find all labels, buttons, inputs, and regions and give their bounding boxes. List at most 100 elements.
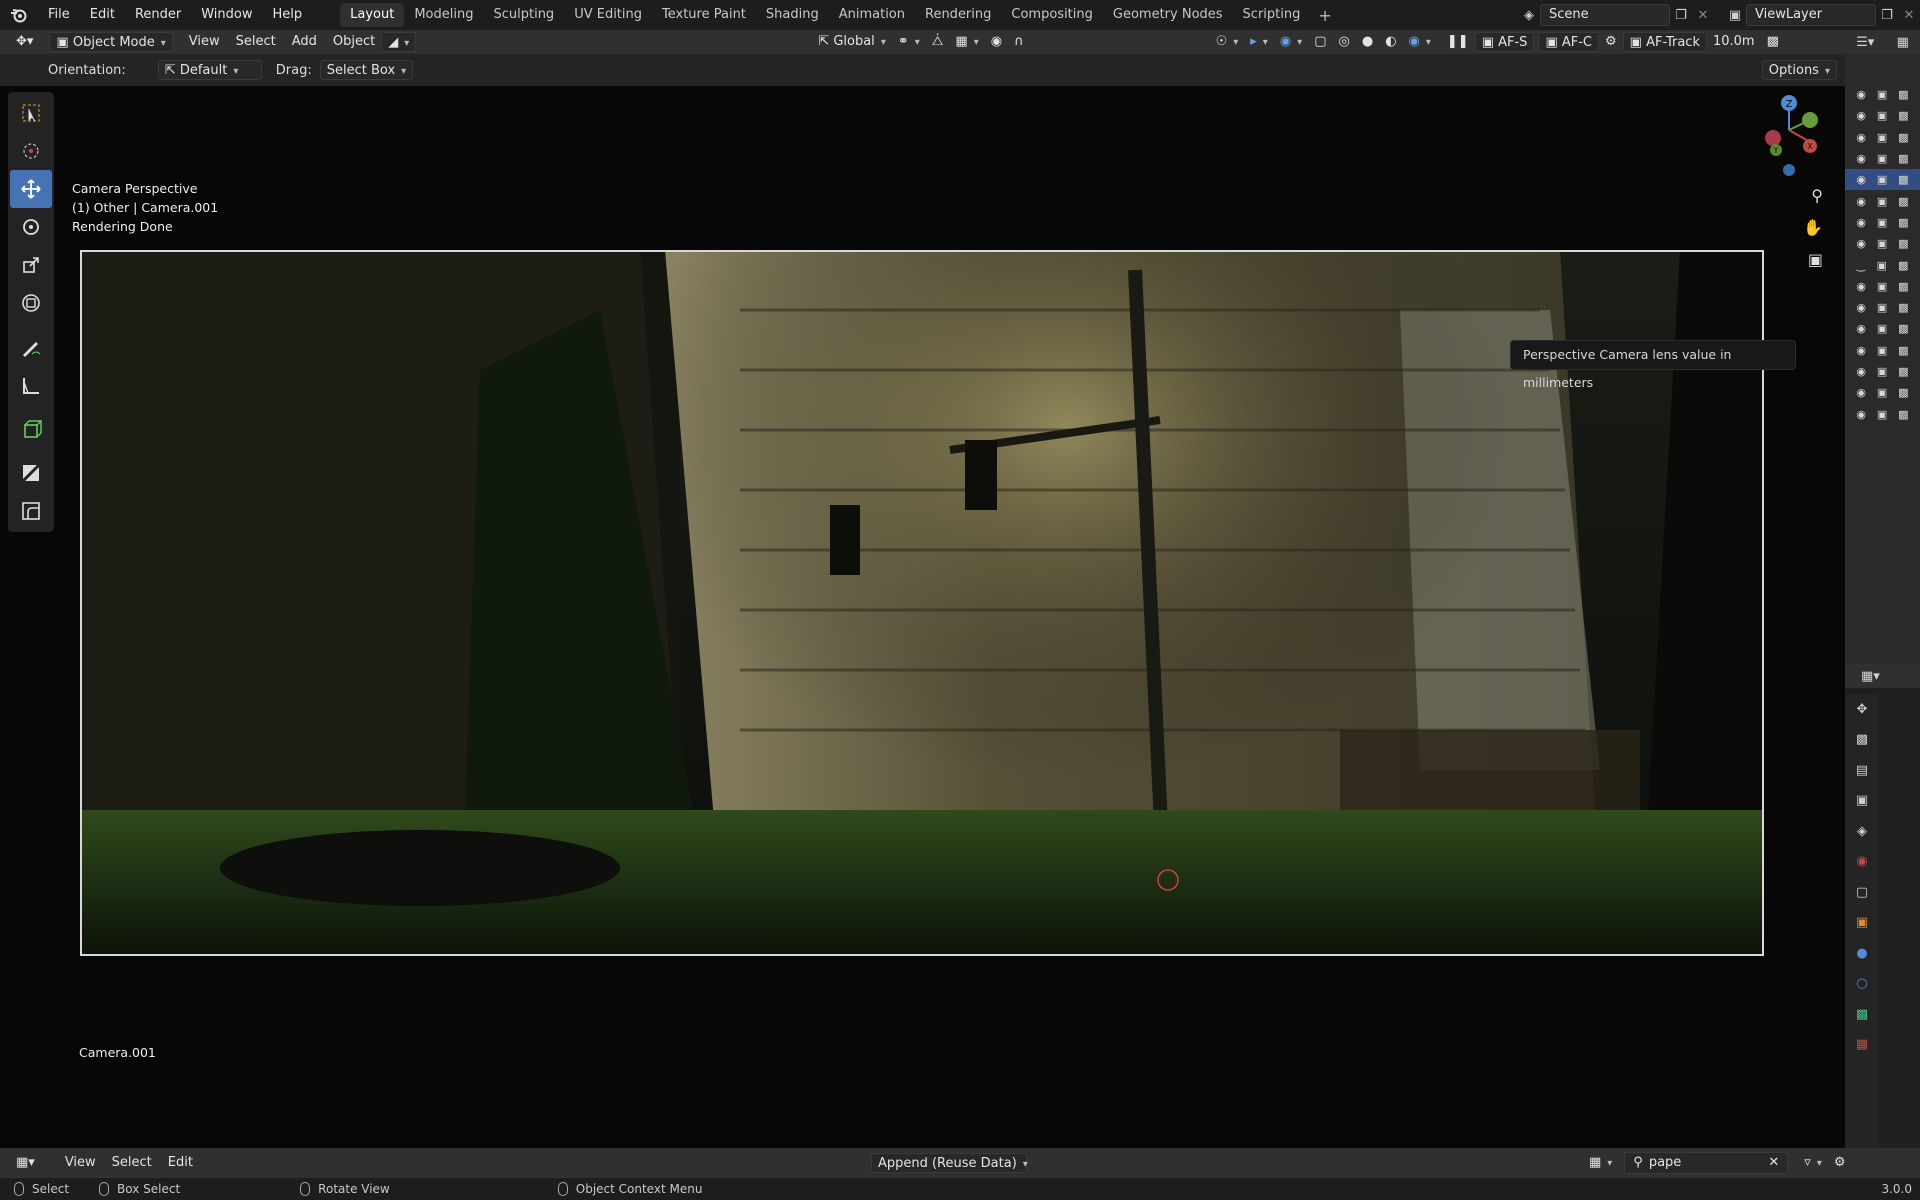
menu-add[interactable]: Add <box>286 32 323 52</box>
render-camera-icon[interactable]: ▩ <box>1898 408 1908 421</box>
tab-modeling[interactable]: Modeling <box>404 3 483 27</box>
outliner-row[interactable]: ◉ ▣ ▩ <box>1845 403 1920 424</box>
eye-closed-icon[interactable]: ‿ <box>1857 259 1866 272</box>
eye-icon[interactable]: ◉ <box>1856 88 1866 101</box>
monitor-icon[interactable]: ▣ <box>1877 365 1887 378</box>
scene-field[interactable]: Scene <box>1540 4 1670 26</box>
pan-hand-icon[interactable]: ✋ <box>1803 218 1823 237</box>
view-layer-tab-icon[interactable]: ▣ <box>1845 786 1879 817</box>
timeline-editor-icon[interactable]: ▦▾ <box>10 1153 41 1173</box>
display-mode-icon[interactable]: ▦ <box>1583 1153 1618 1173</box>
outliner-row[interactable]: ◉ ▣ ▩ <box>1845 212 1920 233</box>
eye-icon[interactable]: ◉ <box>1856 131 1866 144</box>
shading-rendered-icon[interactable]: ◉ <box>1403 32 1437 52</box>
snap-target-icon[interactable]: ▦ <box>949 32 984 52</box>
tab-geometry-nodes[interactable]: Geometry Nodes <box>1103 3 1233 27</box>
outliner-row[interactable]: ◉ ▣ ▩ <box>1845 361 1920 382</box>
drag-dropdown[interactable]: Select Box <box>319 60 414 80</box>
measure-tool-icon[interactable] <box>10 366 52 404</box>
scene-close-icon[interactable]: ✕ <box>1692 4 1714 26</box>
tab-sculpting[interactable]: Sculpting <box>483 3 564 27</box>
shading-wireframe-icon[interactable]: ◎ <box>1333 32 1356 52</box>
render-camera-icon[interactable]: ▩ <box>1898 152 1908 165</box>
editor-type-icon[interactable]: ✥▾ <box>10 32 39 52</box>
outliner-row[interactable]: ◉ ▣ ▩ <box>1845 297 1920 318</box>
view-layer-close-icon[interactable]: ✕ <box>1898 4 1920 26</box>
tab-layout[interactable]: Layout <box>340 3 405 27</box>
af-track-button[interactable]: ▣ AF-Track <box>1622 32 1707 52</box>
annotate-tool-icon[interactable] <box>10 328 52 366</box>
tab-animation[interactable]: Animation <box>829 3 915 27</box>
eye-icon[interactable]: ◉ <box>1856 408 1866 421</box>
mode-dropdown[interactable]: ▣ Object Mode <box>49 32 173 52</box>
add-cube-tool-icon[interactable] <box>10 410 52 448</box>
render-camera-icon[interactable]: ▩ <box>1898 173 1908 186</box>
view-layer-copy-icon[interactable]: ❐ <box>1876 4 1898 26</box>
scene-copy-icon[interactable]: ❐ <box>1670 4 1692 26</box>
view-layer-field[interactable]: ViewLayer <box>1746 4 1876 26</box>
filter-icon[interactable]: ▿ <box>1798 1153 1828 1173</box>
render-camera-icon[interactable]: ▩ <box>1898 195 1908 208</box>
render-camera-icon[interactable]: ▩ <box>1898 88 1908 101</box>
eye-icon[interactable]: ◉ <box>1856 365 1866 378</box>
monitor-icon[interactable]: ▣ <box>1877 173 1887 186</box>
orientation-dropdown[interactable]: ⇱ Default <box>157 60 262 80</box>
options-dropdown[interactable]: Options <box>1761 60 1837 80</box>
monitor-icon[interactable]: ▣ <box>1877 195 1887 208</box>
bevel-tool-icon[interactable] <box>10 492 52 530</box>
monitor-icon[interactable]: ▣ <box>1877 408 1887 421</box>
render-camera-icon[interactable]: ▩ <box>1898 280 1908 293</box>
outliner-row[interactable]: ◉ ▣ ▩ <box>1845 318 1920 339</box>
render-camera-icon[interactable]: ▩ <box>1898 109 1908 122</box>
zoom-icon[interactable]: ⚲ <box>1811 186 1823 205</box>
3d-viewport[interactable]: Camera Perspective (1) Other | Camera.00… <box>0 86 1845 1148</box>
render-camera-icon[interactable]: ▩ <box>1898 131 1908 144</box>
gizmo-neg-z-axis[interactable] <box>1783 164 1795 176</box>
object-tab-icon[interactable]: ▣ <box>1845 908 1879 939</box>
outliner-row[interactable]: ◉ ▣ ▩ <box>1845 340 1920 361</box>
timeline-menu-select[interactable]: Select <box>106 1153 158 1173</box>
scene-tab-icon[interactable]: ◈ <box>1845 816 1879 847</box>
monitor-icon[interactable]: ▣ <box>1877 386 1887 399</box>
rotate-tool-icon[interactable] <box>10 208 52 246</box>
monitor-icon[interactable]: ▣ <box>1877 322 1887 335</box>
shading-material-icon[interactable]: ◐ <box>1379 32 1402 52</box>
render-camera-icon[interactable]: ▩ <box>1898 386 1908 399</box>
render-camera-icon[interactable]: ▩ <box>1898 301 1908 314</box>
menu-file[interactable]: File <box>38 0 80 30</box>
menu-window[interactable]: Window <box>191 0 262 30</box>
output-tab-icon[interactable]: ▤ <box>1845 755 1879 786</box>
tab-texture-paint[interactable]: Texture Paint <box>652 3 756 27</box>
outliner-row[interactable]: ◉ ▣ ▩ <box>1845 190 1920 211</box>
extrude-tool-icon[interactable] <box>10 454 52 492</box>
outliner-row[interactable]: ‿ ▣ ▩ <box>1845 254 1920 275</box>
camera-frame-icon[interactable]: ▩ <box>1761 32 1785 52</box>
outliner-row[interactable]: ◉ ▣ ▩ <box>1845 276 1920 297</box>
select-box-tool-icon[interactable] <box>10 94 52 132</box>
timeline-menu-view[interactable]: View <box>59 1153 102 1173</box>
xray-icon[interactable]: ▢ <box>1308 32 1332 52</box>
particles-tab-icon[interactable]: ○ <box>1845 969 1879 1000</box>
tab-shading[interactable]: Shading <box>756 3 829 27</box>
object-data-tab-icon[interactable]: ▩ <box>1845 999 1879 1030</box>
render-camera-icon[interactable]: ▩ <box>1898 216 1908 229</box>
render-camera-icon[interactable]: ▩ <box>1898 259 1908 272</box>
search-clear-icon[interactable]: ✕ <box>1768 1153 1779 1173</box>
proportional-edit-icon[interactable]: ◉ <box>985 32 1008 52</box>
tab-compositing[interactable]: Compositing <box>1001 3 1103 27</box>
menu-render[interactable]: Render <box>125 0 191 30</box>
eye-icon[interactable]: ◉ <box>1856 344 1866 357</box>
outliner-row[interactable]: ◉ ▣ ▩ <box>1845 105 1920 126</box>
eye-icon[interactable]: ◉ <box>1856 237 1866 250</box>
outliner-row[interactable]: ◉ ▣ ▩ <box>1845 148 1920 169</box>
eye-icon[interactable]: ◉ <box>1856 152 1866 165</box>
tab-scripting[interactable]: Scripting <box>1233 3 1311 27</box>
add-workspace-icon[interactable]: + <box>1310 6 1339 25</box>
monitor-icon[interactable]: ▣ <box>1877 301 1887 314</box>
eye-icon[interactable]: ◉ <box>1856 280 1866 293</box>
render-camera-icon[interactable]: ▩ <box>1898 322 1908 335</box>
eye-icon[interactable]: ◉ <box>1856 386 1866 399</box>
menu-object[interactable]: Object <box>327 32 381 52</box>
monitor-icon[interactable]: ▣ <box>1877 237 1887 250</box>
outliner-editor-icon[interactable]: ☰▾ <box>1856 35 1874 50</box>
